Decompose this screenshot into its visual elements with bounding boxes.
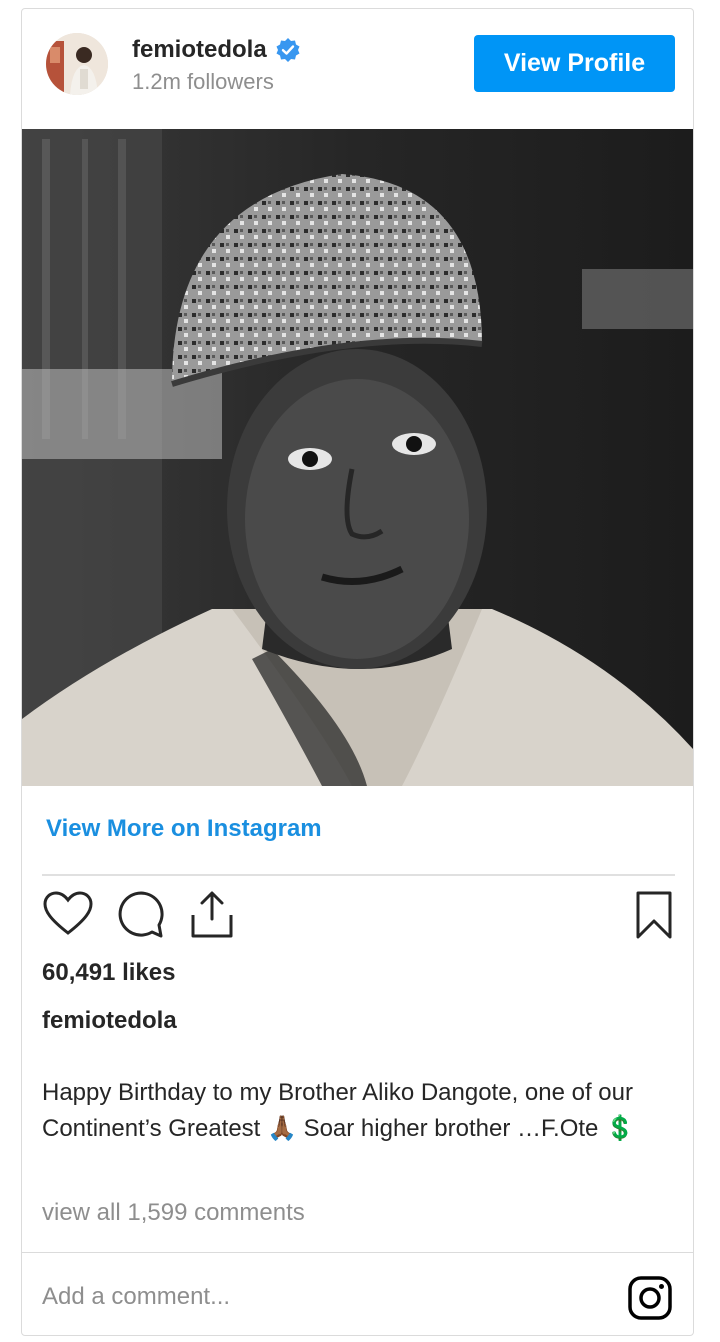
view-all-comments-link[interactable]: view all 1,599 comments	[42, 1199, 305, 1227]
action-bar	[42, 889, 675, 945]
view-profile-button[interactable]: View Profile	[474, 35, 675, 92]
portrait-photo	[22, 129, 693, 786]
comment-bar	[22, 1252, 693, 1337]
instagram-embed-card: femiotedola 1.2m followers View Profile	[21, 8, 694, 1336]
view-more-link[interactable]: View More on Instagram	[46, 815, 322, 843]
heart-icon[interactable]	[42, 889, 94, 941]
instagram-icon[interactable]	[627, 1275, 673, 1321]
username-row: femiotedola	[132, 33, 301, 67]
post-caption: Happy Birthday to my Brother Aliko Dango…	[42, 1079, 640, 1142]
username[interactable]: femiotedola	[132, 36, 267, 64]
followers-count: 1.2m followers	[132, 69, 274, 94]
avatar-image	[46, 33, 108, 95]
likes-count[interactable]: 60,491 likes	[42, 959, 175, 987]
verified-badge-icon	[276, 38, 300, 62]
caption-username[interactable]: femiotedola	[42, 1007, 177, 1035]
post-image[interactable]	[22, 129, 693, 786]
comment-icon[interactable]	[114, 889, 166, 941]
share-icon[interactable]	[186, 889, 238, 941]
divider	[42, 874, 675, 876]
bookmark-icon[interactable]	[628, 889, 680, 941]
post-header: femiotedola 1.2m followers View Profile	[22, 9, 693, 129]
add-comment-input[interactable]	[42, 1277, 562, 1317]
avatar[interactable]	[46, 33, 108, 95]
